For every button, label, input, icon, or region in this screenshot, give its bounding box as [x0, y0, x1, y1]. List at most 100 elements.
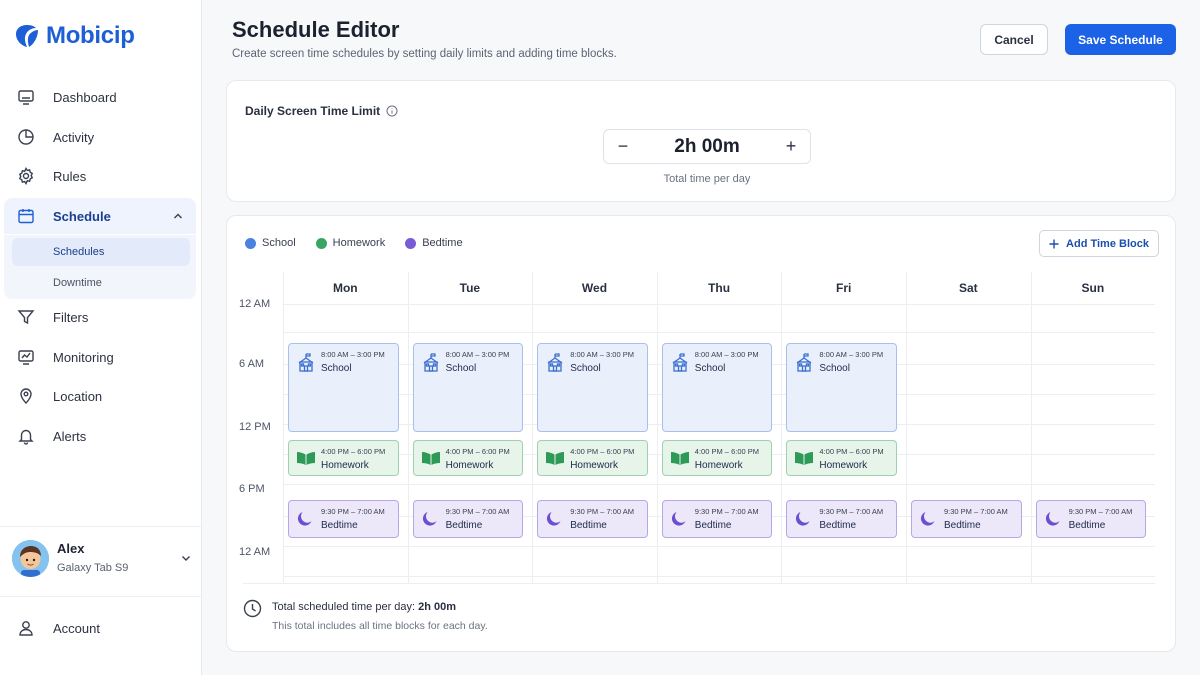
homework-block-mon[interactable]: 4:00 PM – 6:00 PM Homework	[288, 440, 399, 476]
school-block-wed[interactable]: 8:00 AM – 3:00 PM School	[537, 343, 648, 432]
school-building-icon	[670, 353, 690, 378]
mobicip-logo-icon	[16, 25, 38, 47]
daily-limit-card: Daily Screen Time Limit − 2h 00m + Total…	[226, 80, 1176, 202]
time-label: 12 PM	[239, 421, 271, 433]
day-header-tue: Tue	[459, 281, 481, 295]
cancel-button[interactable]: Cancel	[980, 24, 1048, 55]
sidebar-item-location[interactable]: Location	[4, 378, 196, 414]
book-icon	[421, 450, 441, 471]
info-icon[interactable]	[386, 105, 398, 117]
block-time: 9:30 PM – 7:00 AM	[819, 507, 884, 516]
sidebar-subitem-schedules[interactable]: Schedules	[12, 238, 190, 266]
filter-icon	[16, 307, 36, 327]
block-time: 9:30 PM – 7:00 AM	[570, 507, 634, 516]
sidebar-item-account[interactable]: Account	[4, 610, 196, 646]
schedule-summary: Total scheduled time per day: 2h 00m Thi…	[243, 599, 488, 632]
block-time: 8:00 AM – 3:00 PM	[694, 350, 759, 359]
sidebar-item-schedule[interactable]: Schedule	[4, 198, 196, 234]
profile-switcher[interactable]: Alex Galaxy Tab S9	[12, 540, 192, 580]
screen-time-stepper: − 2h 00m +	[603, 129, 811, 164]
grid-column-line	[656, 272, 658, 584]
block-time: 9:30 PM – 7:00 AM	[694, 507, 759, 516]
block-time: 4:00 PM – 6:00 PM	[570, 447, 635, 456]
block-name: School	[819, 363, 850, 374]
sidebar-subitem-downtime[interactable]: Downtime	[12, 269, 190, 297]
legend-dot	[405, 237, 417, 249]
block-name: School	[694, 363, 726, 374]
user-icon	[16, 618, 36, 638]
block-name: School	[321, 363, 352, 374]
legend-dot	[315, 237, 327, 249]
sidebar-divider	[0, 526, 202, 527]
bedtime-block-thu[interactable]: 9:30 PM – 7:00 AM Bedtime	[661, 500, 773, 538]
plus-icon	[1049, 239, 1059, 248]
grid-column-line	[1030, 272, 1032, 584]
sidebar-item-label: Dashboard	[53, 89, 117, 105]
school-block-mon[interactable]: 8:00 AM – 3:00 PM School	[288, 343, 399, 432]
block-time: 8:00 AM – 3:00 PM	[570, 350, 634, 359]
grid-bottom-divider	[243, 583, 1155, 584]
bedtime-block-fri[interactable]: 9:30 PM – 7:00 AM Bedtime	[786, 500, 897, 538]
clock-pie-icon	[16, 127, 36, 147]
school-block-tue[interactable]: 8:00 AM – 3:00 PM School	[412, 343, 524, 432]
block-time: 4:00 PM – 6:00 PM	[445, 447, 510, 456]
bedtime-block-mon[interactable]: 9:30 PM – 7:00 AM Bedtime	[288, 500, 399, 538]
block-name: Homework	[445, 460, 494, 471]
block-name: Bedtime	[819, 520, 857, 531]
school-block-thu[interactable]: 8:00 AM – 3:00 PM School	[661, 343, 773, 432]
chevron-up-icon[interactable]	[172, 210, 184, 225]
legend-dot	[245, 237, 256, 249]
chevron-down-icon[interactable]	[180, 551, 192, 569]
add-time-block-button[interactable]: Add Time Block	[1039, 230, 1159, 257]
block-name: Homework	[819, 460, 868, 471]
day-header-thu: Thu	[708, 281, 731, 295]
increase-button[interactable]: +	[784, 136, 798, 157]
homework-block-wed[interactable]: 4:00 PM – 6:00 PM Homework	[537, 440, 648, 476]
screen-time-value: 2h 00m	[674, 135, 740, 157]
summary-total: Total scheduled time per day: 2h 00m	[272, 601, 456, 613]
save-schedule-button[interactable]: Save Schedule	[1065, 24, 1176, 55]
grid-row-line	[283, 546, 1155, 547]
limit-caption: Total time per day	[663, 173, 751, 185]
sidebar-item-label: Monitoring	[53, 349, 114, 365]
clock-icon	[243, 599, 262, 618]
sidebar-item-dashboard[interactable]: Dashboard	[4, 79, 196, 115]
sidebar-divider	[0, 596, 202, 597]
school-building-icon	[794, 353, 814, 378]
homework-block-thu[interactable]: 4:00 PM – 6:00 PM Homework	[661, 440, 773, 476]
block-time: 4:00 PM – 6:00 PM	[694, 447, 759, 456]
sidebar-item-filters[interactable]: Filters	[4, 299, 196, 335]
page-title: Schedule Editor	[232, 17, 400, 42]
bedtime-block-wed[interactable]: 9:30 PM – 7:00 AM Bedtime	[537, 500, 648, 538]
sidebar: Mobicip Dashboard Activity Rules Schedul…	[0, 0, 202, 675]
bedtime-block-sun[interactable]: 9:30 PM – 7:00 AM Bedtime	[1035, 500, 1147, 538]
bedtime-block-tue[interactable]: 9:30 PM – 7:00 AM Bedtime	[412, 500, 524, 538]
moon-icon	[296, 510, 314, 533]
school-building-icon	[296, 353, 316, 378]
decrease-button[interactable]: −	[616, 136, 630, 157]
bedtime-block-sat[interactable]: 9:30 PM – 7:00 AM Bedtime	[911, 500, 1022, 538]
logo[interactable]: Mobicip	[14, 22, 135, 50]
block-name: Homework	[321, 460, 369, 471]
legend-item-bedtime: Bedtime	[405, 237, 463, 249]
page-subtitle: Create screen time schedules by setting …	[232, 48, 617, 60]
homework-block-fri[interactable]: 4:00 PM – 6:00 PM Homework	[786, 440, 897, 476]
sidebar-item-alerts[interactable]: Alerts	[4, 418, 196, 454]
sidebar-item-monitoring[interactable]: Monitoring	[4, 339, 196, 375]
book-icon	[296, 450, 316, 471]
school-block-fri[interactable]: 8:00 AM – 3:00 PM School	[786, 343, 897, 432]
grid-column-line	[532, 272, 534, 584]
day-header-sun: Sun	[1081, 281, 1105, 295]
block-time: 9:30 PM – 7:00 AM	[1068, 507, 1133, 516]
sidebar-item-label: Location	[53, 388, 103, 404]
legend-label: Homework	[332, 237, 386, 249]
app-root: Mobicip Dashboard Activity Rules Schedul…	[0, 0, 1200, 675]
homework-block-tue[interactable]: 4:00 PM – 6:00 PM Homework	[412, 440, 524, 476]
school-building-icon	[545, 353, 565, 378]
sidebar-item-label: Alerts	[53, 428, 87, 444]
sidebar-item-rules[interactable]: Rules	[4, 158, 196, 194]
grid-row-line	[283, 304, 1155, 305]
chart-monitor-icon	[16, 347, 36, 367]
sidebar-item-activity[interactable]: Activity	[4, 119, 196, 155]
grid-column-line	[407, 272, 409, 584]
